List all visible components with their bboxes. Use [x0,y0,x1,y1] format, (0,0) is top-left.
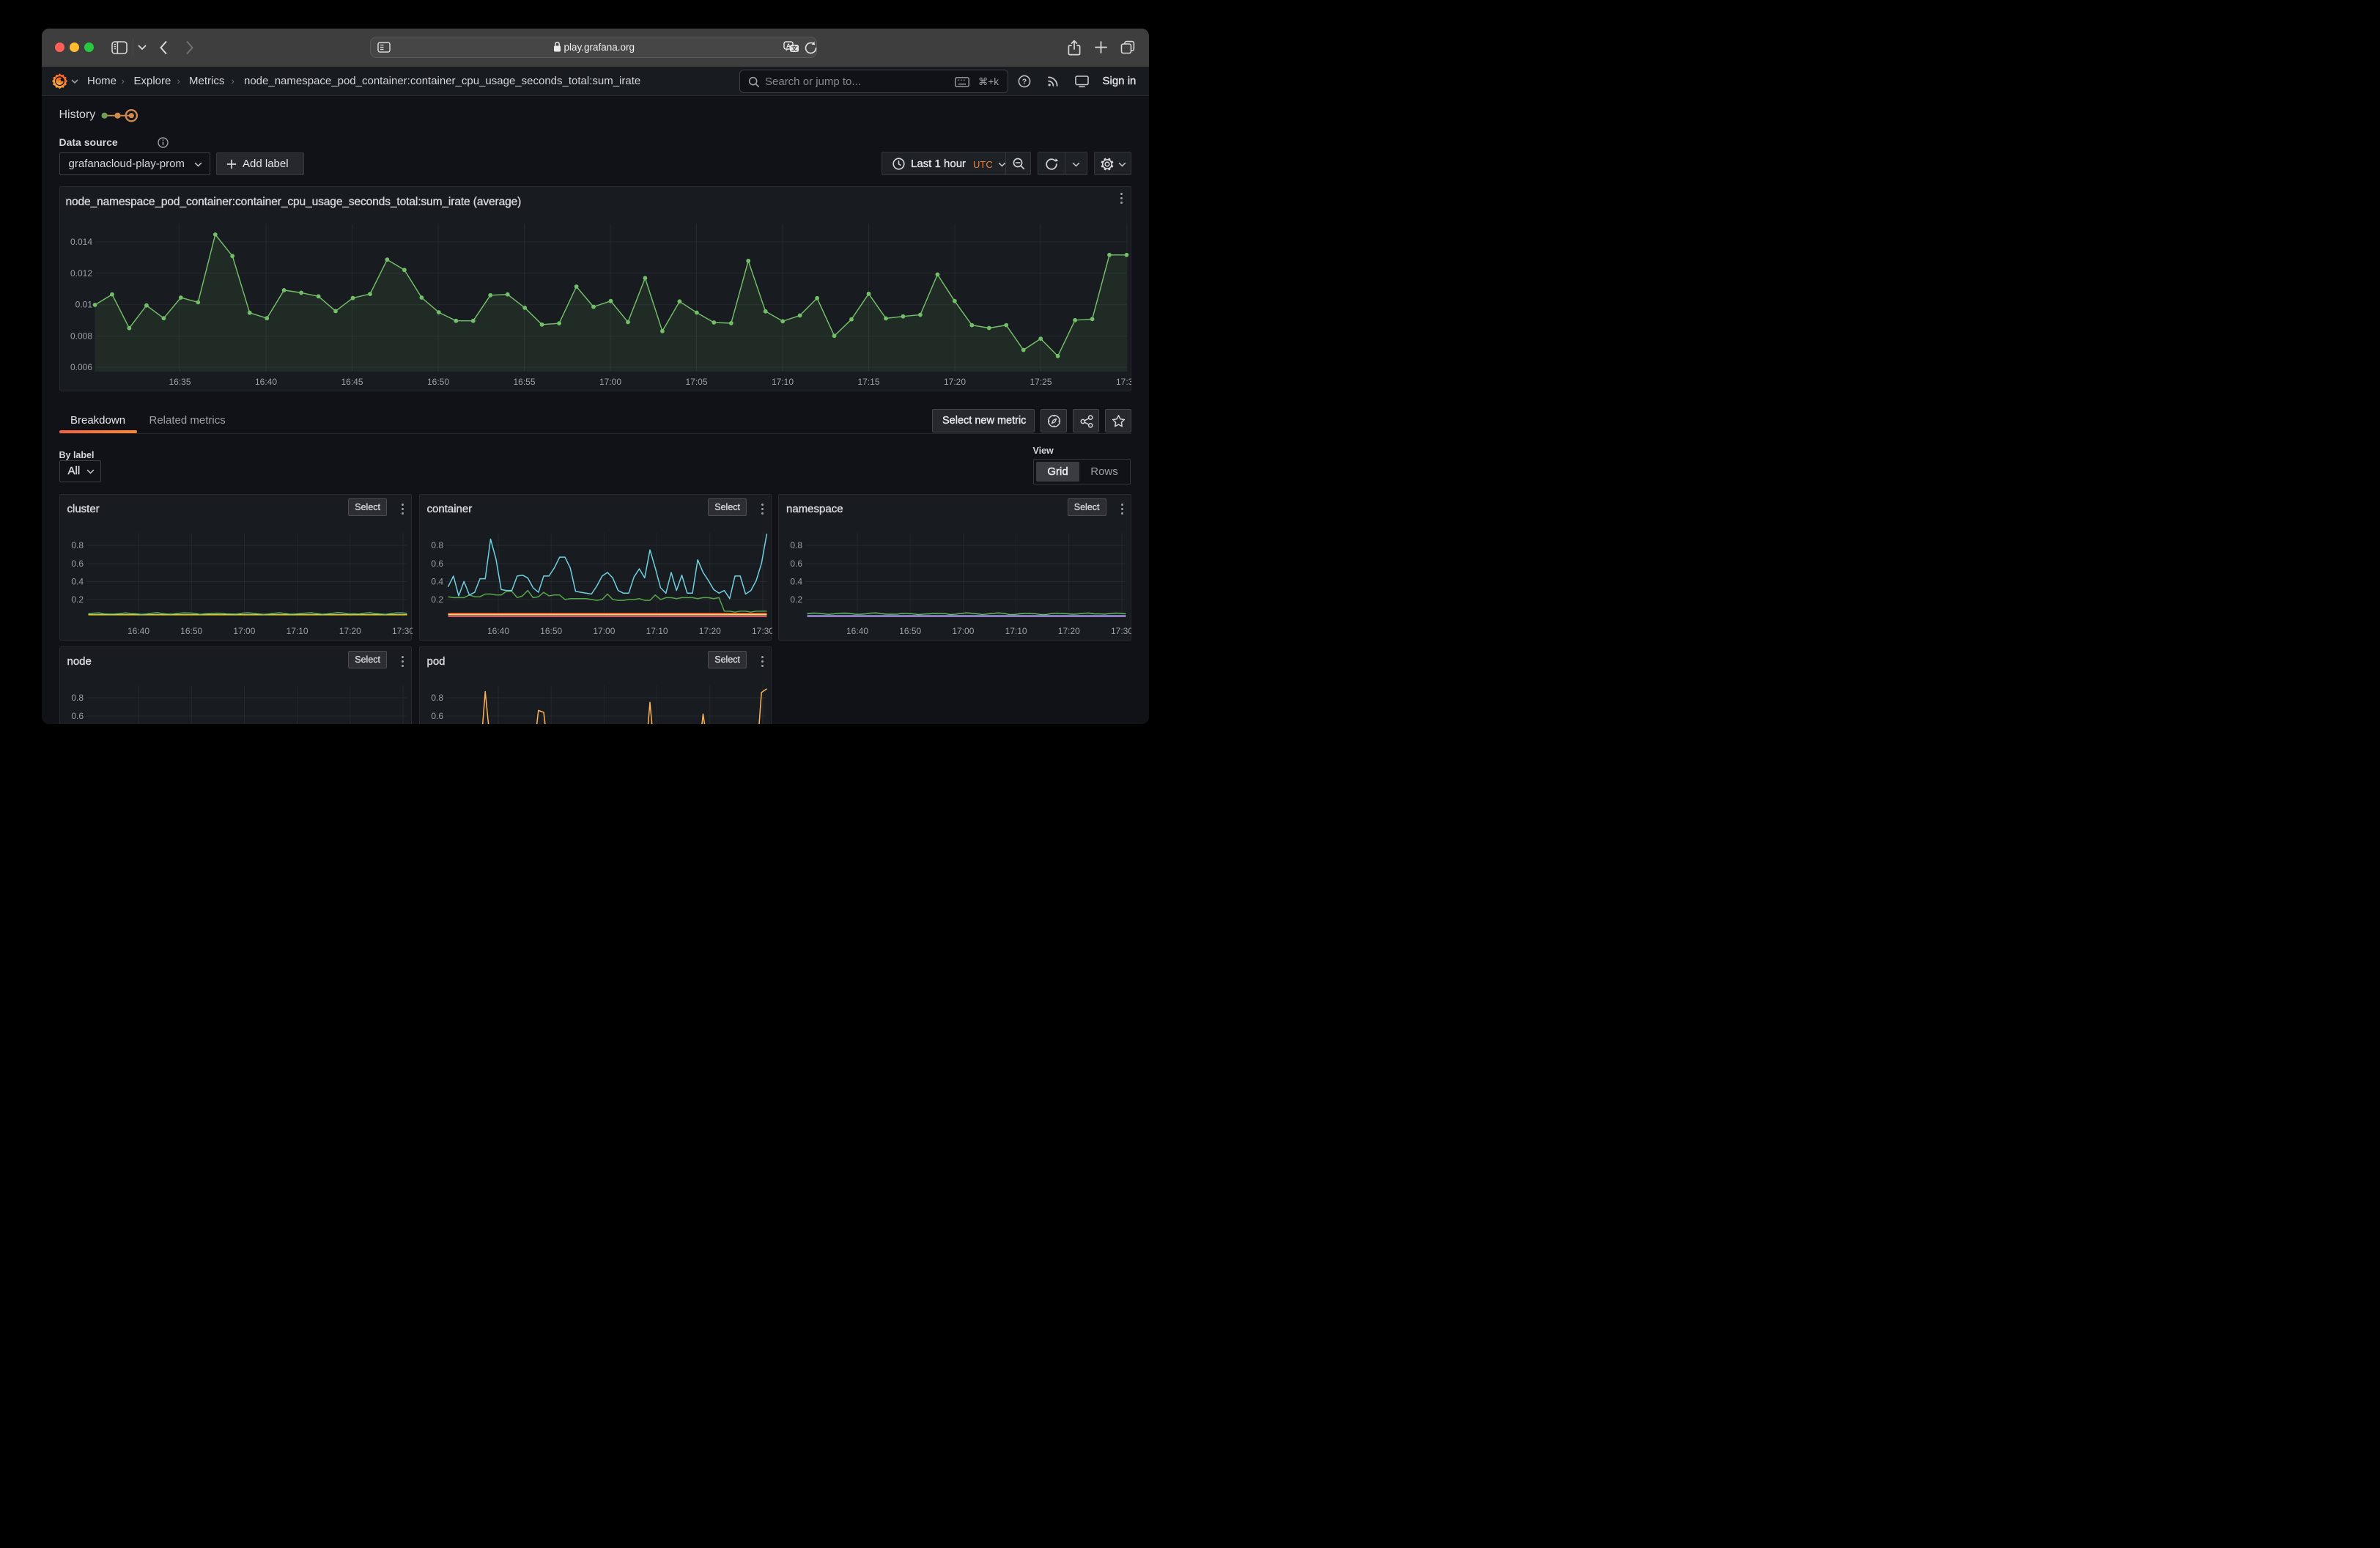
svg-text:17:30: 17:30 [391,626,412,636]
svg-text:16:50: 16:50 [899,626,921,636]
svg-text:17:20: 17:20 [1058,626,1080,636]
svg-text:16:40: 16:40 [846,626,868,636]
svg-text:0.6: 0.6 [431,711,443,721]
svg-text:17:00: 17:00 [593,626,615,636]
svg-text:17:00: 17:00 [952,626,974,636]
svg-text:0.8: 0.8 [71,540,84,550]
svg-text:17:10: 17:10 [286,626,308,636]
svg-text:0.6: 0.6 [71,559,84,569]
svg-text:16:40: 16:40 [487,626,509,636]
svg-text:17:20: 17:20 [339,626,361,636]
svg-text:0.2: 0.2 [71,594,84,605]
svg-text:0.4: 0.4 [431,577,443,587]
svg-text:0.4: 0.4 [790,577,802,587]
svg-text:17:10: 17:10 [1005,626,1027,636]
svg-text:17:00: 17:00 [233,626,255,636]
svg-text:0.6: 0.6 [790,559,802,569]
svg-text:0.6: 0.6 [431,559,443,569]
svg-text:0.8: 0.8 [431,540,443,550]
svg-text:17:10: 17:10 [646,626,668,636]
svg-text:16:50: 16:50 [540,626,562,636]
svg-text:0.4: 0.4 [71,577,84,587]
svg-text:0.8: 0.8 [431,693,443,703]
svg-text:17:20: 17:20 [698,626,720,636]
svg-text:0.2: 0.2 [790,594,802,605]
svg-text:17:30: 17:30 [1111,626,1131,636]
svg-text:0.2: 0.2 [431,594,443,605]
svg-text:17:30: 17:30 [751,626,772,636]
svg-text:16:50: 16:50 [180,626,202,636]
svg-text:0.8: 0.8 [71,693,84,703]
svg-text:16:40: 16:40 [127,626,149,636]
svg-text:0.8: 0.8 [790,540,802,550]
svg-text:0.6: 0.6 [71,711,84,721]
